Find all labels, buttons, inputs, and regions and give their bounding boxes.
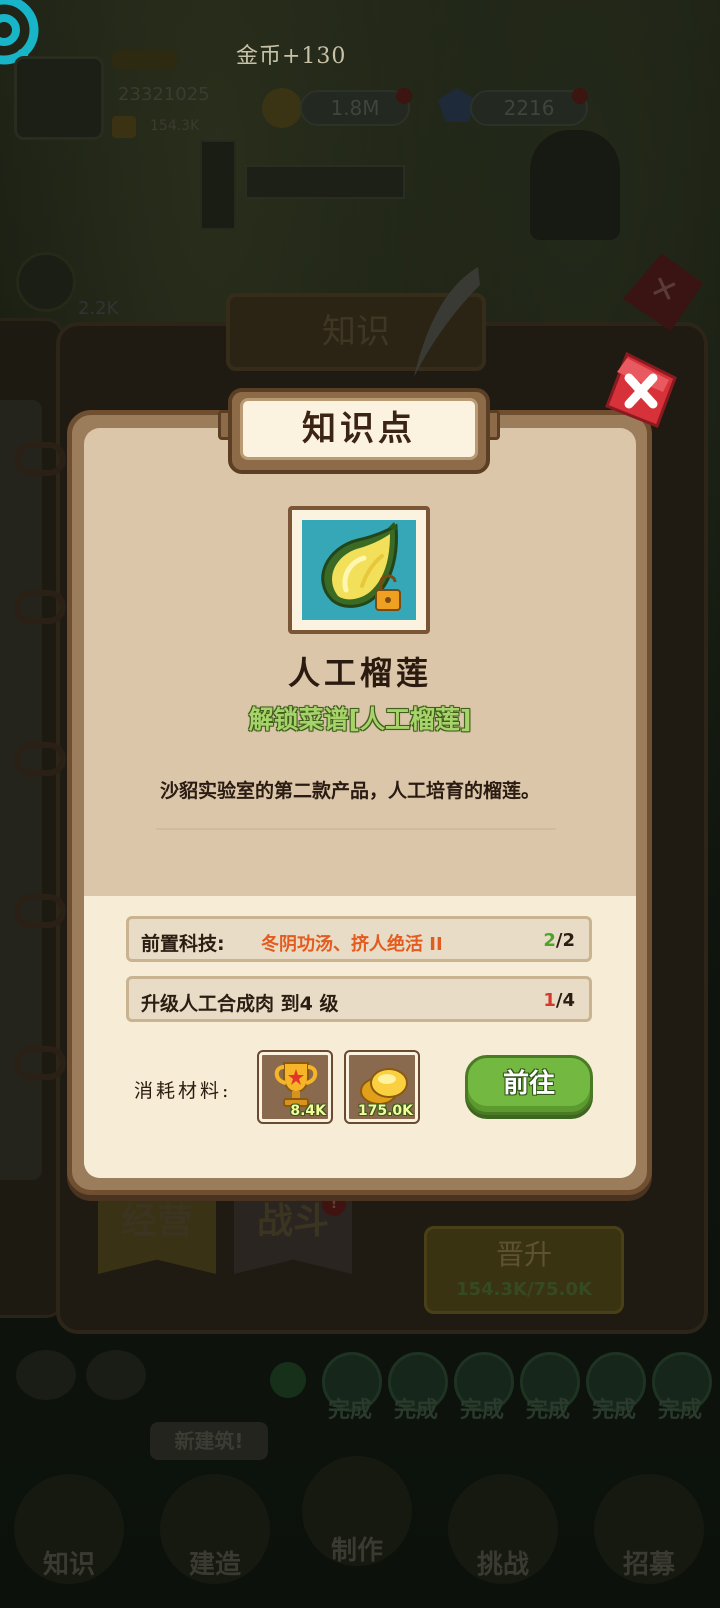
book-ring — [14, 1046, 66, 1080]
item-name: 人工榴莲 — [287, 654, 432, 692]
nav-label: 挑战 — [476, 1550, 529, 1580]
requirement-progress: 2/2 — [543, 930, 575, 951]
book-ring — [14, 894, 66, 928]
coin-icon — [262, 88, 302, 128]
close-icon[interactable] — [605, 352, 677, 428]
player-avatar[interactable] — [14, 56, 104, 140]
task-icon[interactable] — [16, 252, 76, 312]
nav-label: 制作 — [330, 1536, 383, 1566]
quill-icon — [414, 267, 480, 377]
materials-label: 消耗材料: — [134, 1080, 232, 1102]
order-status: 完成 — [394, 1398, 439, 1423]
requirement-label: 升级人工合成肉 到4 级 — [141, 993, 339, 1015]
requirement-progress: 1/4 — [543, 990, 575, 1011]
gem-counter[interactable]: 2216 — [470, 90, 588, 126]
order-status: 完成 — [658, 1398, 703, 1423]
shopkeeper-cat — [530, 130, 620, 240]
new-building-tooltip: 新建筑! — [150, 1422, 268, 1460]
modal-title: 知识点 — [240, 398, 478, 460]
notification-dot — [396, 88, 412, 104]
order-status: 完成 — [328, 1398, 373, 1423]
nav-recruit[interactable]: 招募 — [594, 1474, 704, 1604]
material-amount: 175.0K — [357, 1103, 413, 1119]
order-status: 完成 — [592, 1398, 637, 1423]
material-gold[interactable]: 175.0K — [344, 1050, 420, 1124]
nav-challenge[interactable]: 挑战 — [448, 1474, 558, 1604]
coin-counter[interactable]: 1.8M — [300, 90, 410, 126]
coin-gain-popup: 金币+130 — [236, 44, 347, 69]
material-amount: 8.4K — [290, 1103, 326, 1119]
promote-label: 晋升 — [495, 1238, 552, 1271]
requirement-label: 前置科技: — [141, 933, 225, 955]
order-status: 完成 — [460, 1398, 505, 1423]
book-ring — [14, 442, 66, 476]
notification-dot: ! — [322, 1192, 346, 1216]
nav-knowledge[interactable]: 知识 — [14, 1474, 124, 1604]
nav-craft[interactable]: 制作 — [302, 1456, 412, 1586]
book-ring — [14, 742, 66, 776]
add-icon[interactable] — [270, 1362, 306, 1398]
helper-icon[interactable] — [16, 1350, 76, 1400]
requirement-row-tech: 前置科技: 冬阴功汤、挤人绝活 II 2/2 — [126, 916, 592, 962]
go-button[interactable]: 前往 — [465, 1055, 593, 1115]
book-ring — [14, 590, 66, 624]
nav-build[interactable]: 建造 — [160, 1474, 270, 1604]
promote-button[interactable]: 晋升 154.3K/75.0K — [424, 1226, 624, 1314]
item-image-frame — [288, 506, 430, 634]
nav-label: 知识 — [42, 1550, 95, 1580]
progress-total: /2 — [555, 930, 575, 951]
trophy-icon — [112, 116, 136, 138]
shop-sign — [245, 165, 405, 199]
order-status: 完成 — [526, 1398, 571, 1423]
nav-label: 建造 — [188, 1550, 241, 1580]
item-description: 沙貂实验室的第二款产品，人工培育的榴莲。 — [160, 780, 541, 802]
requirement-row-level: 升级人工合成肉 到4 级 1/4 — [126, 976, 592, 1022]
progress-current: 2 — [543, 930, 556, 951]
progress-total: /4 — [555, 990, 575, 1011]
description-divider — [156, 828, 556, 830]
material-trophy[interactable]: 8.4K — [257, 1050, 333, 1124]
durian-icon — [302, 520, 416, 620]
unlock-recipe-text: 解锁菜谱[人工榴莲] — [248, 705, 472, 734]
promote-progress: 154.3K/75.0K — [456, 1279, 592, 1300]
side-value: 2.2K — [78, 298, 119, 319]
progress-current: 1 — [543, 990, 556, 1011]
notification-dot — [572, 88, 588, 104]
player-name-badge — [112, 50, 177, 70]
helper-label — [14, 1392, 18, 1406]
helper-icon[interactable] — [86, 1350, 146, 1400]
player-id: 23321025 — [118, 84, 210, 105]
vertical-banner — [200, 140, 236, 230]
trophy-icon — [274, 1062, 318, 1107]
nav-label: 招募 — [622, 1550, 675, 1580]
gold-coins-icon — [360, 1068, 408, 1105]
requirement-detail: 冬阴功汤、挤人绝活 II — [261, 934, 443, 955]
player-score: 154.3K — [150, 118, 200, 134]
